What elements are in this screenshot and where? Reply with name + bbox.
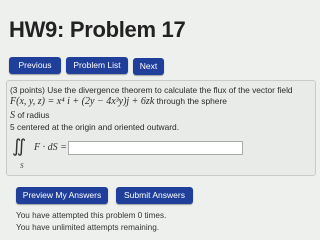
field-rhs: x⁴ i + (2y − 4x³y)j + 6zk — [56, 96, 155, 107]
center-text: centered at the origin and oriented outw… — [17, 122, 180, 132]
sphere-symbol: S — [10, 110, 15, 121]
remaining-text: You have unlimited attempts remaining. — [16, 223, 160, 232]
problem-list-button[interactable]: Problem List — [66, 57, 128, 74]
previous-button[interactable]: Previous — [9, 57, 61, 74]
field-tail: through the sphere — [156, 96, 227, 106]
integrand: F · dS = — [34, 142, 67, 153]
radius-label: of radius — [17, 110, 50, 120]
page-title: HW9: Problem 17 — [9, 17, 186, 42]
attempts-text: You have attempted this problem 0 times. — [16, 211, 167, 220]
answer-input[interactable] — [68, 141, 243, 155]
radius-value: 5 — [10, 122, 15, 132]
problem-intro: Use the divergence theorem to calculate … — [47, 85, 293, 95]
preview-answers-button[interactable]: Preview My Answers — [16, 187, 108, 204]
integral-domain: S — [20, 162, 24, 170]
field-lhs: F(x, y, z) = — [10, 96, 57, 107]
submit-answers-button[interactable]: Submit Answers — [116, 187, 193, 204]
center-line: 5 centered at the origin and oriented ou… — [10, 122, 179, 132]
sphere-line: S of radius — [10, 110, 49, 121]
points-label: (3 points) — [10, 85, 45, 95]
problem-statement: (3 points) Use the divergence theorem to… — [10, 85, 293, 95]
vector-field-line: F(x, y, z) = x⁴ i + (2y − 4x³y)j + 6zk t… — [10, 96, 227, 107]
double-integral-icon: ∬ — [12, 136, 27, 156]
next-button[interactable]: Next — [133, 58, 164, 75]
